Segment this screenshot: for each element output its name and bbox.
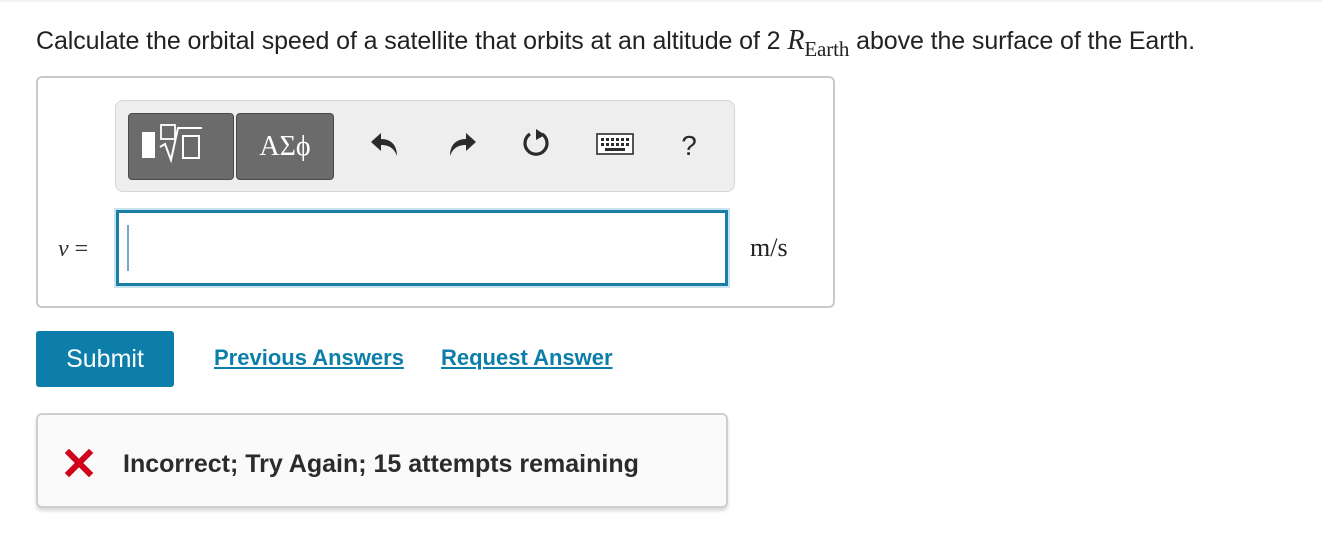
reset-icon xyxy=(519,127,553,166)
previous-answers-link[interactable]: Previous Answers xyxy=(214,345,404,371)
question-suffix: above the surface of the Earth. xyxy=(849,27,1195,55)
redo-button[interactable] xyxy=(436,121,486,171)
undo-button[interactable] xyxy=(361,121,411,171)
math-subscript: Earth xyxy=(804,37,850,61)
variable-symbol: v xyxy=(58,236,69,262)
redo-icon xyxy=(444,129,478,164)
submit-button[interactable]: Submit xyxy=(36,331,174,387)
request-answer-link[interactable]: Request Answer xyxy=(441,345,613,371)
keyboard-icon xyxy=(596,132,634,161)
templates-button[interactable] xyxy=(128,113,234,180)
top-divider xyxy=(0,0,1322,2)
help-button[interactable]: ? xyxy=(664,121,714,171)
feedback-message: Incorrect; Try Again; 15 attempts remain… xyxy=(123,450,639,478)
reset-button[interactable] xyxy=(511,121,561,171)
keyboard-button[interactable] xyxy=(590,121,640,171)
help-label: ? xyxy=(681,130,697,161)
question-prefix: Calculate the orbital speed of a satelli… xyxy=(36,27,788,55)
greek-symbols-button[interactable]: ΑΣϕ xyxy=(236,113,334,180)
question-text: Calculate the orbital speed of a satelli… xyxy=(36,25,1195,62)
text-caret xyxy=(127,225,129,271)
math-toolbar: ΑΣϕ ? xyxy=(115,100,735,192)
templates-sqrt-icon xyxy=(138,122,224,171)
answer-panel: ΑΣϕ ? v = m/s xyxy=(36,76,835,308)
greek-symbols-label: ΑΣϕ xyxy=(259,130,311,162)
incorrect-x-icon xyxy=(64,448,94,478)
equals-sign: = xyxy=(68,236,89,262)
unit-label: m/s xyxy=(750,233,788,262)
math-symbol: R xyxy=(787,25,805,56)
variable-label: v = xyxy=(58,236,88,263)
undo-icon xyxy=(369,129,403,164)
feedback-panel: Incorrect; Try Again; 15 attempts remain… xyxy=(36,413,728,508)
answer-input[interactable] xyxy=(116,210,728,286)
